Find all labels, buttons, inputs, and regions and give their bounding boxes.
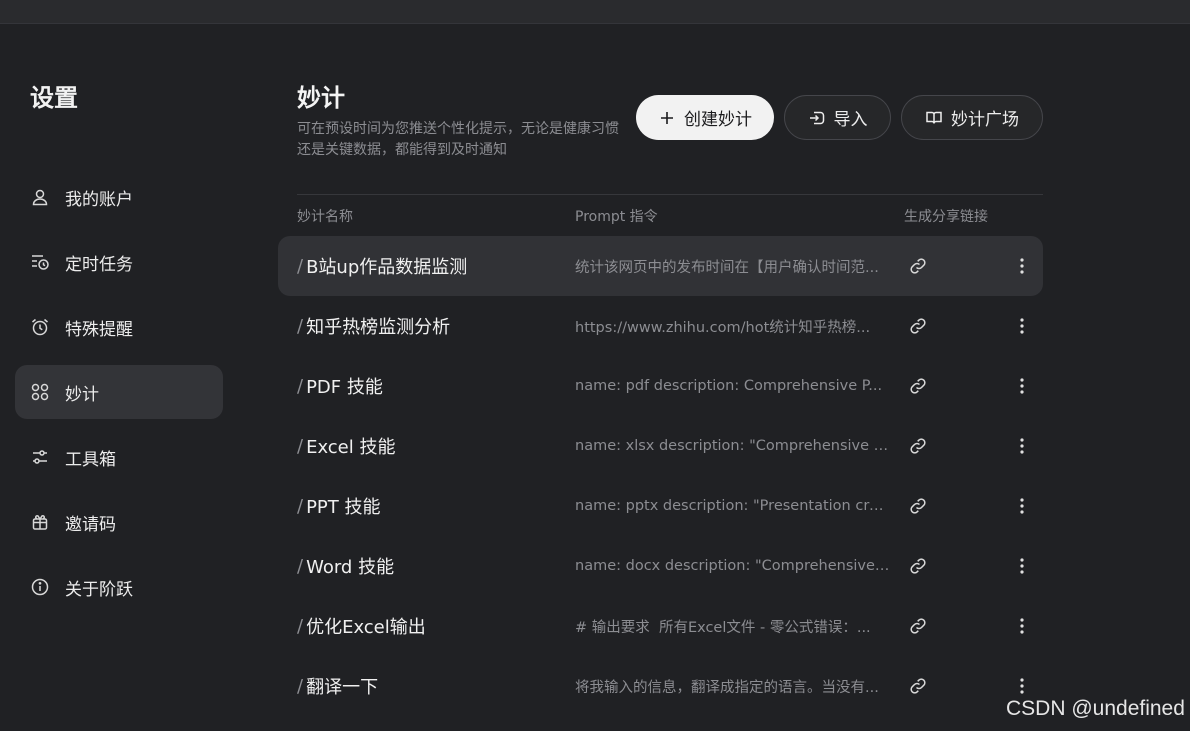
sidebar-item-invite-code[interactable]: 邀请码	[15, 495, 223, 549]
table-row[interactable]: / Word 技能 name: docx description: "Compre…	[278, 536, 1043, 596]
alarm-clock-icon	[30, 317, 50, 337]
row-prompt-text: name: docx description: "Comprehensive .…	[575, 558, 890, 574]
table-row[interactable]: / B站up作品数据监测 统计该网页中的发布时间在【用户确认时间范...	[278, 236, 1043, 296]
sidebar-item-about[interactable]: 关于阶跃	[15, 560, 223, 614]
window-top-bar	[0, 0, 1190, 24]
column-header-share: 生成分享链接	[904, 209, 988, 225]
import-button-label: 导入	[833, 110, 868, 130]
row-prompt-text: 统计该网页中的发布时间在【用户确认时间范...	[575, 259, 879, 276]
info-icon	[30, 577, 50, 597]
row-prompt: 统计该网页中的发布时间在【用户确认时间范...	[575, 236, 890, 296]
row-name: / 翻译一下	[297, 656, 378, 716]
share-link-icon[interactable]	[908, 616, 928, 636]
table-row[interactable]: / Excel 技能 name: xlsx description: "Compr…	[278, 416, 1043, 476]
sidebar-item-label: 我的账户	[65, 189, 133, 210]
row-name-text: Excel 技能	[306, 437, 396, 458]
row-name-text: Word 技能	[306, 557, 395, 578]
row-name-text: PDF 技能	[306, 377, 383, 398]
more-options-icon[interactable]	[1012, 375, 1032, 397]
row-prompt: # 输出要求 ￼ 所有Excel文件 - 零公式错误：...	[575, 596, 890, 656]
row-name: / 知乎热榜监测分析	[297, 296, 450, 356]
row-name-text: PPT 技能	[306, 497, 381, 518]
grid-apps-icon	[30, 382, 50, 402]
import-button[interactable]: 导入	[784, 95, 891, 140]
row-prompt: name: pdf description: Comprehensive P..…	[575, 356, 890, 416]
share-link-icon[interactable]	[908, 316, 928, 336]
more-options-icon[interactable]	[1012, 675, 1032, 697]
sidebar-item-toolbox[interactable]: 工具箱	[15, 430, 223, 484]
page-title: 妙计	[297, 84, 345, 112]
table-row[interactable]: / PDF 技能 name: pdf description: Comprehen…	[278, 356, 1043, 416]
plaza-button-label: 妙计广场	[951, 110, 1019, 130]
column-header-name: 妙计名称	[297, 209, 353, 225]
row-prompt: 将我输入的信息，翻译成指定的语言。当没有...	[575, 656, 890, 716]
page-description: 可在预设时间为您推送个性化提示，无论是健康习惯还是关键数据，都能得到及时通知	[297, 121, 619, 158]
more-options-icon[interactable]	[1012, 435, 1032, 457]
sidebar-item-miaoji[interactable]: 妙计	[15, 365, 223, 419]
more-options-icon[interactable]	[1012, 255, 1032, 277]
watermark: CSDN @undefined	[1006, 697, 1185, 720]
table-row[interactable]: / 优化Excel输出 # 输出要求 ￼ 所有Excel文件 - 零公式错误：..…	[278, 596, 1043, 656]
more-options-icon[interactable]	[1012, 615, 1032, 637]
share-link-icon[interactable]	[908, 256, 928, 276]
sidebar-item-account[interactable]: 我的账户	[15, 170, 223, 224]
sidebar-item-scheduled-tasks[interactable]: 定时任务	[15, 235, 223, 289]
row-prompt-text: # 输出要求 ￼ 所有Excel文件 - 零公式错误：...	[575, 619, 871, 636]
row-prompt: name: xlsx description: "Comprehensive s…	[575, 416, 890, 476]
row-name: / PPT 技能	[297, 476, 381, 536]
row-name: / B站up作品数据监测	[297, 236, 467, 296]
more-options-icon[interactable]	[1012, 315, 1032, 337]
miaoji-plaza-button[interactable]: 妙计广场	[901, 95, 1043, 140]
table-row[interactable]: / PPT 技能 name: pptx description: "Present…	[278, 476, 1043, 536]
row-prompt-text: https://www.zhihu.com/hot统计知乎热榜...	[575, 319, 871, 336]
table-row[interactable]: / 翻译一下 将我输入的信息，翻译成指定的语言。当没有...	[278, 656, 1043, 716]
more-options-icon[interactable]	[1012, 495, 1032, 517]
sidebar-item-label: 定时任务	[65, 254, 133, 275]
row-name: / Excel 技能	[297, 416, 395, 476]
sidebar-item-label: 工具箱	[65, 449, 116, 470]
row-prompt-text: name: pdf description: Comprehensive P..…	[575, 378, 883, 394]
column-header-prompt: Prompt 指令	[575, 209, 658, 225]
scheduled-task-icon	[30, 252, 50, 272]
row-name-text: B站up作品数据监测	[306, 257, 468, 278]
row-prompt: name: pptx description: "Presentation cr…	[575, 476, 890, 536]
user-icon	[30, 187, 50, 207]
create-button-label: 创建妙计	[684, 110, 752, 130]
share-link-icon[interactable]	[908, 676, 928, 696]
sidebar-item-label: 关于阶跃	[65, 579, 133, 600]
row-prompt-text: name: xlsx description: "Comprehensive s…	[575, 438, 890, 454]
row-prompt: https://www.zhihu.com/hot统计知乎热榜...	[575, 296, 890, 356]
share-link-icon[interactable]	[908, 436, 928, 456]
share-link-icon[interactable]	[908, 556, 928, 576]
row-name-text: 优化Excel输出	[306, 617, 426, 638]
header-divider	[297, 194, 1043, 195]
create-miaoji-button[interactable]: 创建妙计	[636, 95, 774, 140]
more-options-icon[interactable]	[1012, 555, 1032, 577]
share-link-icon[interactable]	[908, 376, 928, 396]
row-name: / 优化Excel输出	[297, 596, 426, 656]
row-prompt-text: name: pptx description: "Presentation cr…	[575, 498, 890, 514]
share-link-icon[interactable]	[908, 496, 928, 516]
plus-icon	[661, 111, 673, 124]
sidebar-item-label: 邀请码	[65, 514, 116, 535]
sidebar-item-label: 特殊提醒	[65, 319, 133, 340]
row-name-text: 翻译一下	[306, 677, 379, 698]
sidebar-item-label: 妙计	[65, 384, 99, 405]
row-prompt-text: 将我输入的信息，翻译成指定的语言。当没有...	[575, 679, 879, 696]
row-name: / PDF 技能	[297, 356, 383, 416]
table-row[interactable]: / 知乎热榜监测分析 https://www.zhihu.com/hot统计知乎热…	[278, 296, 1043, 356]
import-icon	[809, 111, 824, 124]
sliders-icon	[30, 447, 50, 467]
gift-icon	[30, 512, 50, 532]
row-name: / Word 技能	[297, 536, 394, 596]
book-icon	[926, 111, 942, 124]
row-name-text: 知乎热榜监测分析	[306, 317, 451, 338]
sidebar-item-special-reminders[interactable]: 特殊提醒	[15, 300, 223, 354]
sidebar-title: 设置	[30, 84, 78, 112]
row-prompt: name: docx description: "Comprehensive .…	[575, 536, 890, 596]
